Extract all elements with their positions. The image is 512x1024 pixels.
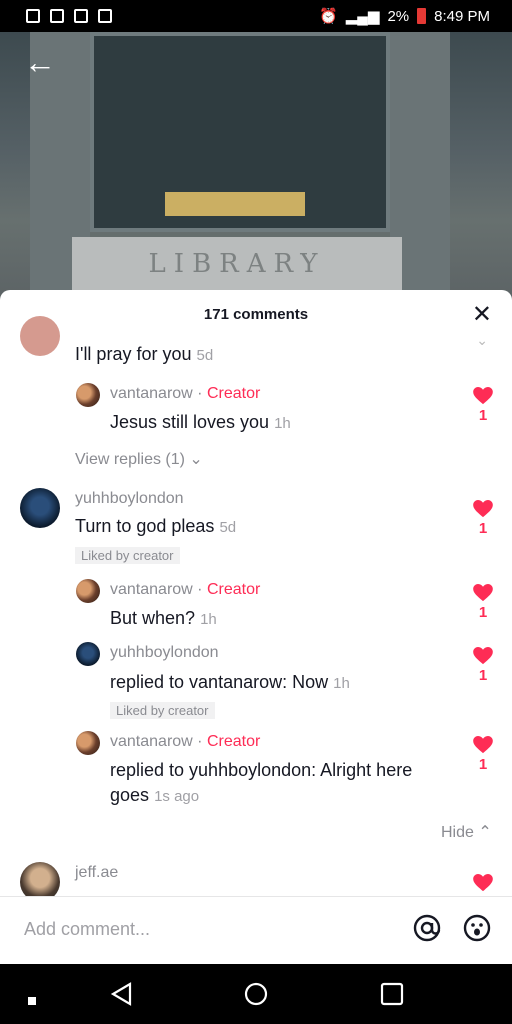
heart-icon (473, 736, 493, 754)
video-background: LIBRARY (0, 32, 512, 302)
add-comment-input[interactable]: Add comment... (24, 919, 150, 940)
username[interactable]: vantanarow · Creator (110, 733, 260, 751)
like-count: 1 (478, 520, 488, 537)
battery-text: 2% (387, 7, 410, 25)
avatar[interactable] (76, 642, 100, 666)
comment-text: Jesus still loves you 1h (110, 412, 291, 432)
like-count: 1 (478, 407, 488, 424)
app-icon (98, 9, 112, 23)
comment-text: replied to yuhhboylondon: Alright here (110, 760, 413, 780)
like-count: 1 (478, 604, 488, 621)
username[interactable]: yuhhboylondon (75, 490, 184, 508)
home-circle-icon[interactable] (244, 982, 268, 1011)
heart-icon (473, 874, 493, 892)
navigation-bar (0, 964, 512, 1024)
battery-icon (417, 8, 427, 24)
avatar[interactable] (76, 579, 100, 603)
username[interactable]: jeff.ae (75, 864, 118, 882)
image-icon (74, 9, 88, 23)
like-button[interactable]: 1 (472, 647, 494, 684)
emoji-icon[interactable] (462, 913, 492, 943)
clock: 8:49 PM (434, 7, 490, 25)
like-count: 1 (478, 667, 488, 684)
heart-icon (473, 584, 493, 602)
chevron-up-icon: ⌃ (478, 824, 492, 841)
comment-text: Turn to god pleas 5d (75, 516, 237, 536)
like-button[interactable]: 1 (472, 584, 494, 621)
comment-text: goes 1s ago (110, 785, 200, 805)
overview-square-icon[interactable] (380, 982, 404, 1011)
avatar[interactable] (20, 488, 60, 528)
library-sign: LIBRARY (72, 237, 402, 292)
heart-icon (473, 647, 493, 665)
comment-text: But when? 1h (110, 608, 217, 628)
liked-by-creator-badge: Liked by creator (110, 702, 215, 719)
view-replies-link[interactable]: View replies (1) ⌄ (75, 449, 203, 469)
like-button[interactable] (472, 874, 494, 892)
alarm-icon: ⏰ (319, 8, 338, 25)
recent-dot-icon[interactable] (28, 992, 36, 1010)
ceiling-light (165, 192, 305, 216)
alert-icon (26, 9, 40, 23)
username[interactable]: vantanarow · Creator (110, 385, 260, 403)
avatar[interactable] (76, 731, 100, 755)
back-arrow-icon[interactable]: ← (24, 46, 56, 78)
comments-sheet: 171 comments ✕ ⌄ I'll pray for you 5d va… (0, 290, 512, 964)
comments-count: 171 comments (203, 306, 309, 323)
comment-text: replied to vantanarow: Now 1h (110, 672, 350, 692)
username[interactable]: vantanarow · Creator (110, 581, 260, 599)
liked-by-creator-badge: Liked by creator (75, 547, 180, 564)
chevron-down-icon: ⌄ (189, 451, 203, 468)
heart-icon (473, 387, 493, 405)
signal-icon: ▂▄▆ (345, 8, 380, 25)
like-button[interactable]: 1 (472, 736, 494, 773)
like-button[interactable]: 1 (472, 500, 494, 537)
avatar[interactable] (20, 316, 60, 356)
comment-text: I'll pray for you 5d (75, 344, 214, 364)
back-triangle-icon[interactable] (110, 982, 132, 1011)
avatar[interactable] (76, 383, 100, 407)
like-count: 1 (478, 756, 488, 773)
username[interactable]: yuhhboylondon (110, 644, 219, 662)
notification-icons (26, 9, 112, 23)
chevron-down-icon[interactable]: ⌄ (476, 332, 488, 349)
comments-header: 171 comments ✕ (0, 290, 512, 340)
comment-composer: Add comment... (0, 896, 512, 964)
heart-icon (473, 500, 493, 518)
like-button[interactable]: 1 (472, 387, 494, 424)
hide-replies-link[interactable]: Hide ⌃ (441, 822, 492, 842)
status-bar: ⏰ ▂▄▆ 2% 8:49 PM (0, 0, 512, 32)
voicemail-icon (50, 9, 64, 23)
mention-icon[interactable] (412, 913, 442, 943)
